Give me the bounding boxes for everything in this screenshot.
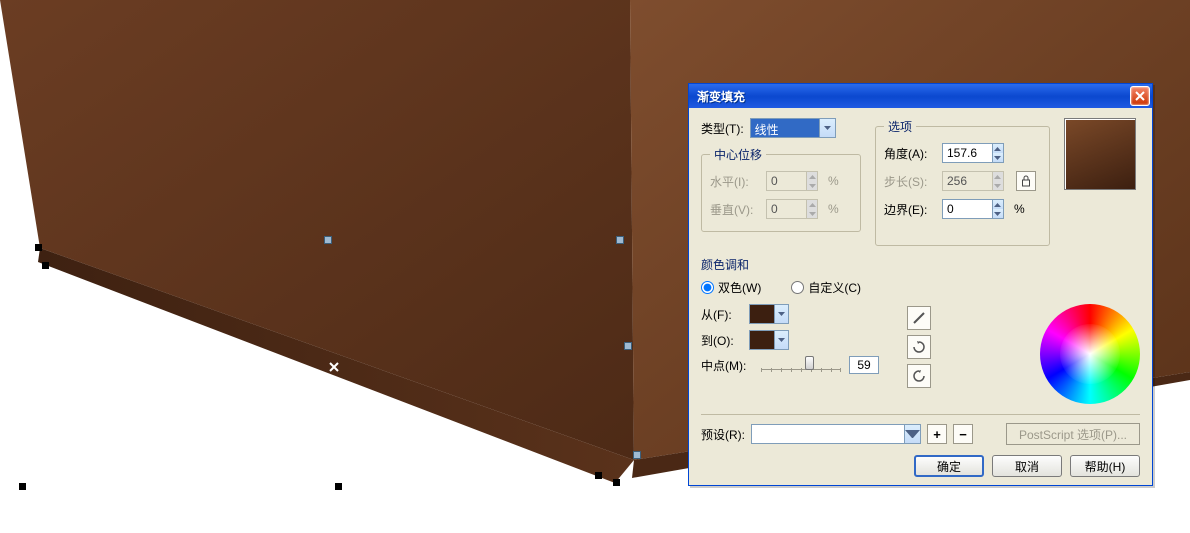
selection-handle[interactable]: [42, 262, 49, 269]
lock-button[interactable]: [1016, 171, 1036, 191]
selection-handle[interactable]: [35, 244, 42, 251]
slider-thumb[interactable]: [805, 356, 814, 370]
angle-spinner[interactable]: [942, 143, 1004, 163]
pct-label: %: [828, 174, 839, 188]
edge-spinner[interactable]: [942, 199, 1004, 219]
edge-input[interactable]: [943, 200, 992, 218]
center-offset-group: 中心位移 水平(I): % 垂直(V):: [701, 146, 861, 232]
selection-handle[interactable]: [613, 479, 620, 486]
chevron-down-icon[interactable]: [904, 425, 920, 443]
preset-label: 预设(R):: [701, 426, 745, 443]
angle-input[interactable]: [943, 144, 992, 162]
guide-handle[interactable]: [617, 237, 623, 243]
selection-handle[interactable]: [335, 483, 342, 490]
gradient-preview: [1064, 118, 1136, 190]
type-label: 类型(T):: [701, 120, 744, 137]
spin-up-icon[interactable]: [993, 200, 1003, 209]
spin-down-icon[interactable]: [993, 209, 1003, 218]
chevron-down-icon[interactable]: [819, 119, 835, 137]
center-offset-legend: 中心位移: [710, 146, 766, 163]
vert-spinner: [766, 199, 818, 219]
dialog-title: 渐变填充: [697, 88, 1130, 105]
custom-radio[interactable]: 自定义(C): [791, 279, 861, 296]
guide-handle[interactable]: [325, 237, 331, 243]
horiz-spinner: [766, 171, 818, 191]
selection-handle[interactable]: [19, 483, 26, 490]
step-label: 步长(S):: [884, 173, 936, 190]
preset-remove-button[interactable]: −: [953, 424, 973, 444]
cancel-button[interactable]: 取消: [992, 455, 1062, 477]
from-color-chip: [750, 305, 774, 323]
close-button[interactable]: [1130, 86, 1150, 106]
preset-add-button[interactable]: +: [927, 424, 947, 444]
titlebar[interactable]: 渐变填充: [689, 84, 1152, 108]
from-color-picker[interactable]: [749, 304, 789, 324]
guide-handle[interactable]: [625, 343, 631, 349]
horiz-input: [767, 172, 806, 190]
options-legend: 选项: [884, 118, 916, 135]
blend-title: 颜色调和: [701, 256, 1140, 273]
preset-combo[interactable]: [751, 424, 921, 444]
to-label: 到(O):: [701, 332, 741, 349]
pct-label: %: [828, 202, 839, 216]
ok-button[interactable]: 确定: [914, 455, 984, 477]
color-wheel[interactable]: [1040, 304, 1140, 404]
midpoint-label: 中点(M):: [701, 357, 753, 374]
pct-label: %: [1014, 202, 1025, 216]
step-spinner: [942, 171, 1004, 191]
gradient-fill-dialog: 渐变填充 类型(T): 线性 中心位移 水平(I):: [688, 83, 1153, 486]
step-input: [943, 172, 992, 190]
spin-up-icon[interactable]: [993, 144, 1003, 153]
options-group: 选项 角度(A): 步长(S):: [875, 118, 1050, 246]
guide-handle[interactable]: [634, 452, 640, 458]
chevron-down-icon[interactable]: [774, 331, 788, 349]
vert-label: 垂直(V):: [710, 201, 760, 218]
ccw-blend-button[interactable]: [907, 364, 931, 388]
to-color-chip: [750, 331, 774, 349]
angle-label: 角度(A):: [884, 145, 936, 162]
type-combo[interactable]: 线性: [750, 118, 836, 138]
to-color-picker[interactable]: [749, 330, 789, 350]
direct-blend-button[interactable]: [907, 306, 931, 330]
postscript-options-button: PostScript 选项(P)...: [1006, 423, 1140, 445]
selection-handle[interactable]: [595, 472, 602, 479]
cw-blend-button[interactable]: [907, 335, 931, 359]
preset-value: [752, 425, 904, 443]
edge-label: 边界(E):: [884, 201, 936, 218]
divider: [701, 414, 1140, 415]
help-button[interactable]: 帮助(H): [1070, 455, 1140, 477]
from-label: 从(F):: [701, 306, 741, 323]
midpoint-slider[interactable]: [761, 356, 841, 374]
two-color-radio[interactable]: 双色(W): [701, 279, 761, 296]
type-value: 线性: [751, 119, 819, 137]
horiz-label: 水平(I):: [710, 173, 760, 190]
vert-input: [767, 200, 806, 218]
chevron-down-icon[interactable]: [774, 305, 788, 323]
spin-down-icon[interactable]: [993, 153, 1003, 162]
midpoint-input[interactable]: [849, 356, 879, 374]
